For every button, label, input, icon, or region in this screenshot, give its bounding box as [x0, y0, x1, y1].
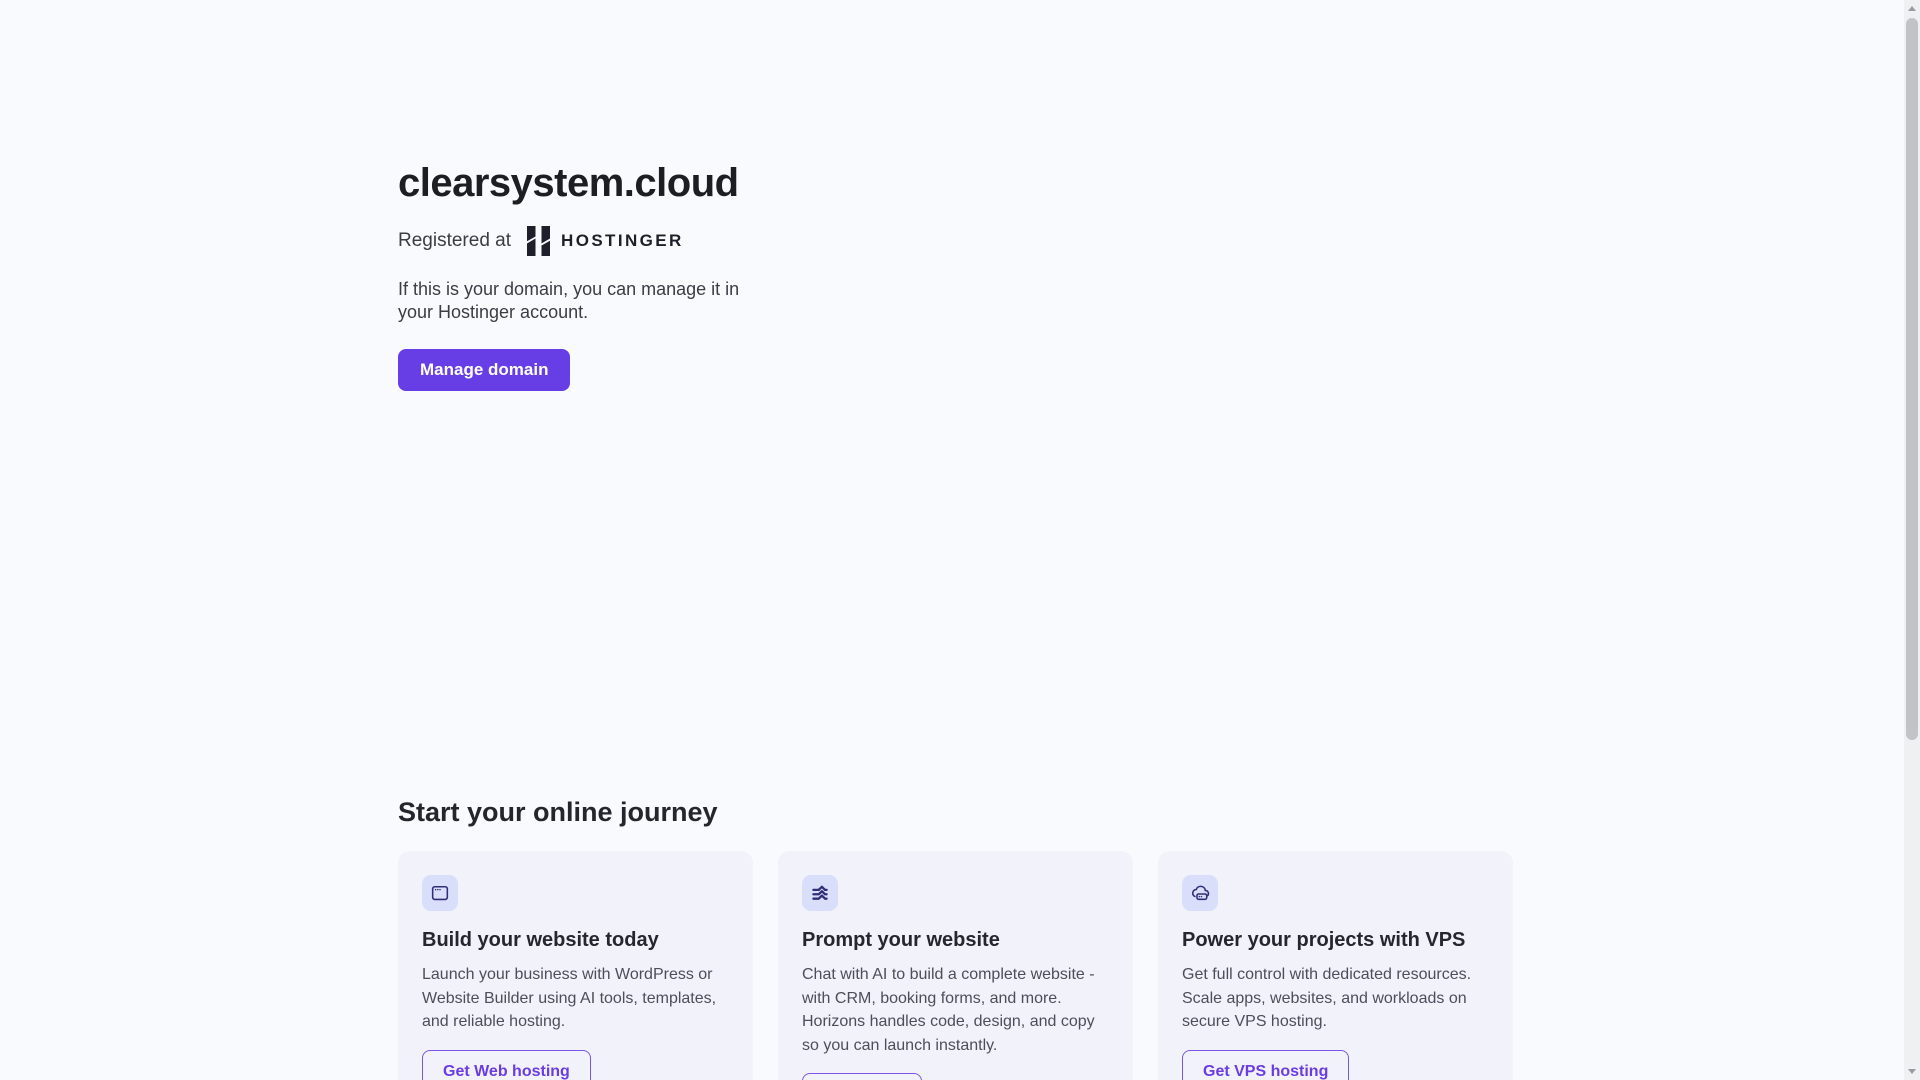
journey-heading: Start your online journey [398, 797, 718, 827]
card-prompt-website: Prompt your website Chat with AI to buil… [778, 851, 1133, 1080]
hero-section: clearsystem.cloud Registered at HOSTINGE… [398, 160, 958, 391]
scrollbar-up-arrow-icon[interactable] [1908, 6, 1916, 11]
manage-domain-button[interactable]: Manage domain [398, 349, 571, 391]
hero-description: If this is your domain, you can manage i… [398, 279, 740, 322]
get-web-hosting-button[interactable]: Get Web hosting [422, 1049, 591, 1080]
card-title: Prompt your website [802, 929, 1000, 951]
horizons-button[interactable] [802, 1073, 922, 1080]
cloud-server-icon [1182, 875, 1218, 911]
card-vps-hosting: Power your projects with VPS Get full co… [1158, 851, 1513, 1080]
browser-window-icon [422, 875, 458, 911]
get-vps-hosting-button[interactable]: Get VPS hosting [1182, 1049, 1350, 1080]
card-title: Power your projects with VPS [1182, 929, 1466, 951]
registered-at-label: Registered at [398, 230, 512, 251]
scrollbar[interactable] [1904, 0, 1920, 1080]
registrar-row: Registered at HOSTINGER [398, 226, 958, 256]
card-web-hosting: Build your website today Launch your bus… [398, 851, 753, 1080]
card-body: Launch your business with WordPress or W… [422, 966, 717, 1030]
scrollbar-down-arrow-icon[interactable] [1908, 1069, 1916, 1074]
hostinger-wordmark: HOSTINGER [561, 231, 684, 250]
card-body: Chat with AI to build a complete website… [802, 966, 1095, 1054]
horizons-waves-icon [802, 875, 838, 911]
offer-cards-row: Build your website today Launch your bus… [398, 851, 1513, 1080]
scrollbar-thumb[interactable] [1906, 18, 1918, 740]
card-body: Get full control with dedicated resource… [1182, 966, 1472, 1030]
journey-section: Start your online journey Build your web… [398, 795, 1513, 1080]
hostinger-logo-icon [527, 226, 551, 256]
card-title: Build your website today [422, 929, 659, 951]
domain-title: clearsystem.cloud [398, 161, 739, 205]
